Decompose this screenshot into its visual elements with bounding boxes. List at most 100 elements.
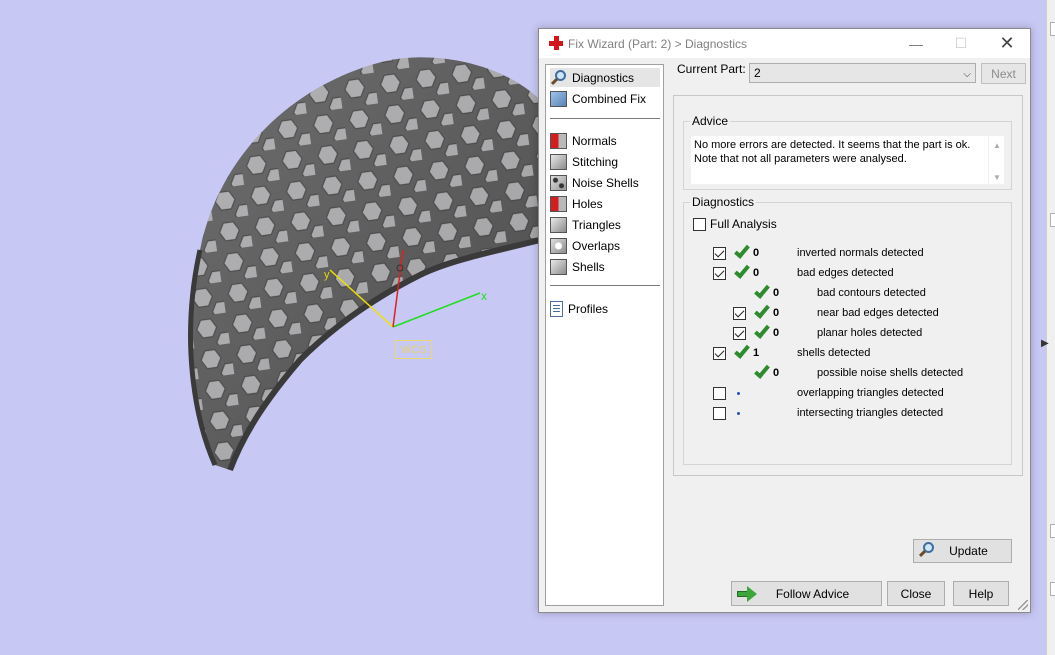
collapse-arrow-icon[interactable]: ▶ [1041, 338, 1049, 349]
diagnostic-label: shells detected [797, 347, 871, 359]
current-part-label: Current Part: [677, 62, 746, 76]
scroll-up-icon[interactable]: ▲ [993, 139, 1001, 153]
dialog-titlebar[interactable]: Fix Wizard (Part: 2) > Diagnostics — ☐ ✕ [539, 29, 1030, 58]
diagnostic-count: 0 [773, 307, 780, 319]
green-check-icon [732, 262, 752, 282]
triangles-icon [550, 216, 567, 233]
follow-advice-label: Follow Advice [775, 586, 850, 601]
holes-icon [550, 195, 567, 212]
blue-dot-icon [732, 404, 752, 422]
nav-item-overlaps[interactable]: Overlaps [550, 236, 660, 255]
minimize-button[interactable]: — [893, 29, 939, 58]
axis-y-label: y [324, 269, 330, 281]
scroll-down-icon[interactable]: ▼ [993, 171, 1001, 185]
diagnostics-panel: Advice No more errors are detected. It s… [673, 95, 1023, 563]
blue-dot-icon [732, 384, 752, 402]
checkbox[interactable] [693, 217, 706, 231]
nav-item-diagnostics[interactable]: Diagnostics [550, 68, 660, 87]
diagnostic-checkbox[interactable] [733, 327, 746, 340]
diagnostic-label: intersecting triangles detected [797, 407, 944, 419]
next-button[interactable]: Next [981, 63, 1026, 84]
diagnostic-row: 0 bad contours detected [684, 282, 1004, 303]
magnifier-icon [550, 69, 567, 86]
diagnostic-count: 0 [773, 327, 780, 339]
diagnostics-group: Diagnostics Full Analysis 0 inverted norm… [683, 195, 1012, 563]
diagnostic-label: overlapping triangles detected [797, 387, 944, 399]
close-window-button[interactable]: ✕ [984, 29, 1030, 58]
advice-text: No more errors are detected. It seems th… [694, 139, 971, 165]
nav-item-profiles[interactable]: Profiles [550, 299, 660, 318]
diagnostic-row: 0 bad edges detected [684, 262, 1004, 283]
diagnostic-label: planar holes detected [817, 327, 923, 339]
dialog-title: Fix Wizard (Part: 2) > Diagnostics [568, 37, 748, 51]
green-check-icon [752, 362, 772, 382]
follow-advice-button[interactable]: Follow Advice [731, 581, 882, 606]
advice-group: Advice No more errors are detected. It s… [683, 114, 1012, 190]
overlaps-icon [550, 237, 567, 254]
mesh-model [188, 57, 541, 472]
green-check-icon [752, 322, 772, 342]
diagnostic-checkbox[interactable] [713, 387, 726, 400]
fix-wizard-dialog: Fix Wizard (Part: 2) > Diagnostics — ☐ ✕… [538, 28, 1031, 613]
magnifier-icon [918, 542, 936, 560]
nav-item-normals[interactable]: Normals [550, 131, 660, 150]
nav-item-combined-fix[interactable]: Combined Fix [550, 89, 660, 108]
nav-item-label: Profiles [568, 301, 609, 316]
nav-item-label: Noise Shells [572, 175, 639, 190]
diagnostic-label: inverted normals detected [797, 247, 924, 259]
diagnostic-count: 1 [753, 347, 760, 359]
full-analysis-label: Full Analysis [710, 217, 777, 231]
nav-divider [550, 118, 660, 119]
diagnostic-row: 1 shells detected [684, 342, 1004, 363]
nav-item-stitching[interactable]: Stitching [550, 152, 660, 171]
green-check-icon [752, 302, 772, 322]
diagnostic-checkbox[interactable] [713, 247, 726, 260]
nav-item-label: Overlaps [572, 238, 621, 253]
diagnostic-row: intersecting triangles detected [684, 405, 1004, 423]
current-part-value: 2 [754, 66, 761, 80]
nav-item-noise-shells[interactable]: Noise Shells [550, 173, 660, 192]
diagnostic-row: 0 inverted normals detected [684, 242, 1004, 263]
advice-text-box: No more errors are detected. It seems th… [691, 136, 1004, 184]
green-arrow-icon [737, 586, 757, 602]
diagnostics-title: Diagnostics [690, 195, 757, 209]
help-button[interactable]: Help [953, 581, 1009, 606]
full-analysis-checkbox[interactable]: Full Analysis [693, 217, 777, 231]
nav-item-triangles[interactable]: Triangles [550, 215, 660, 234]
diagnostic-checkbox[interactable] [713, 347, 726, 360]
diagnostic-count: 0 [773, 287, 780, 299]
nav-item-label: Diagnostics [572, 70, 635, 85]
update-label: Update [949, 544, 988, 558]
combined-fix-icon [550, 90, 567, 107]
diagnostic-count: 0 [753, 247, 760, 259]
diagnostic-count: 0 [753, 267, 760, 279]
update-button[interactable]: Update [913, 539, 1012, 563]
advice-scrollbar[interactable]: ▲ ▼ [988, 136, 1004, 184]
shells-icon [550, 258, 567, 275]
diagnostic-row: 0 near bad edges detected [684, 302, 1004, 323]
current-part-select[interactable]: 2 ⌵ [749, 63, 976, 83]
maximize-button[interactable]: ☐ [938, 29, 984, 58]
diagnostic-count: 0 [773, 367, 780, 379]
wizard-nav: Diagnostics Combined Fix Normals Stitchi… [545, 64, 664, 606]
red-cross-icon [549, 36, 563, 50]
axis-x-label: x [481, 289, 487, 303]
noise-shells-icon [550, 174, 567, 191]
diagnostic-checkbox[interactable] [733, 307, 746, 320]
stitching-icon [550, 153, 567, 170]
resize-grip-icon[interactable] [1018, 600, 1028, 610]
diagnostic-checkbox[interactable] [713, 407, 726, 420]
nav-item-label: Triangles [572, 217, 621, 232]
nav-item-shells[interactable]: Shells [550, 257, 660, 276]
profiles-icon [550, 300, 563, 317]
diagnostic-checkbox[interactable] [713, 267, 726, 280]
close-button[interactable]: Close [887, 581, 945, 606]
nav-item-holes[interactable]: Holes [550, 194, 660, 213]
nav-item-label: Normals [572, 133, 617, 148]
advice-title: Advice [690, 114, 731, 128]
nav-item-label: Holes [572, 196, 603, 211]
diagnostic-row: 0 possible noise shells detected [684, 362, 1004, 383]
nav-item-label: Stitching [572, 154, 619, 169]
diagnostic-label: bad edges detected [797, 267, 894, 279]
right-panel-edge [1046, 0, 1055, 655]
